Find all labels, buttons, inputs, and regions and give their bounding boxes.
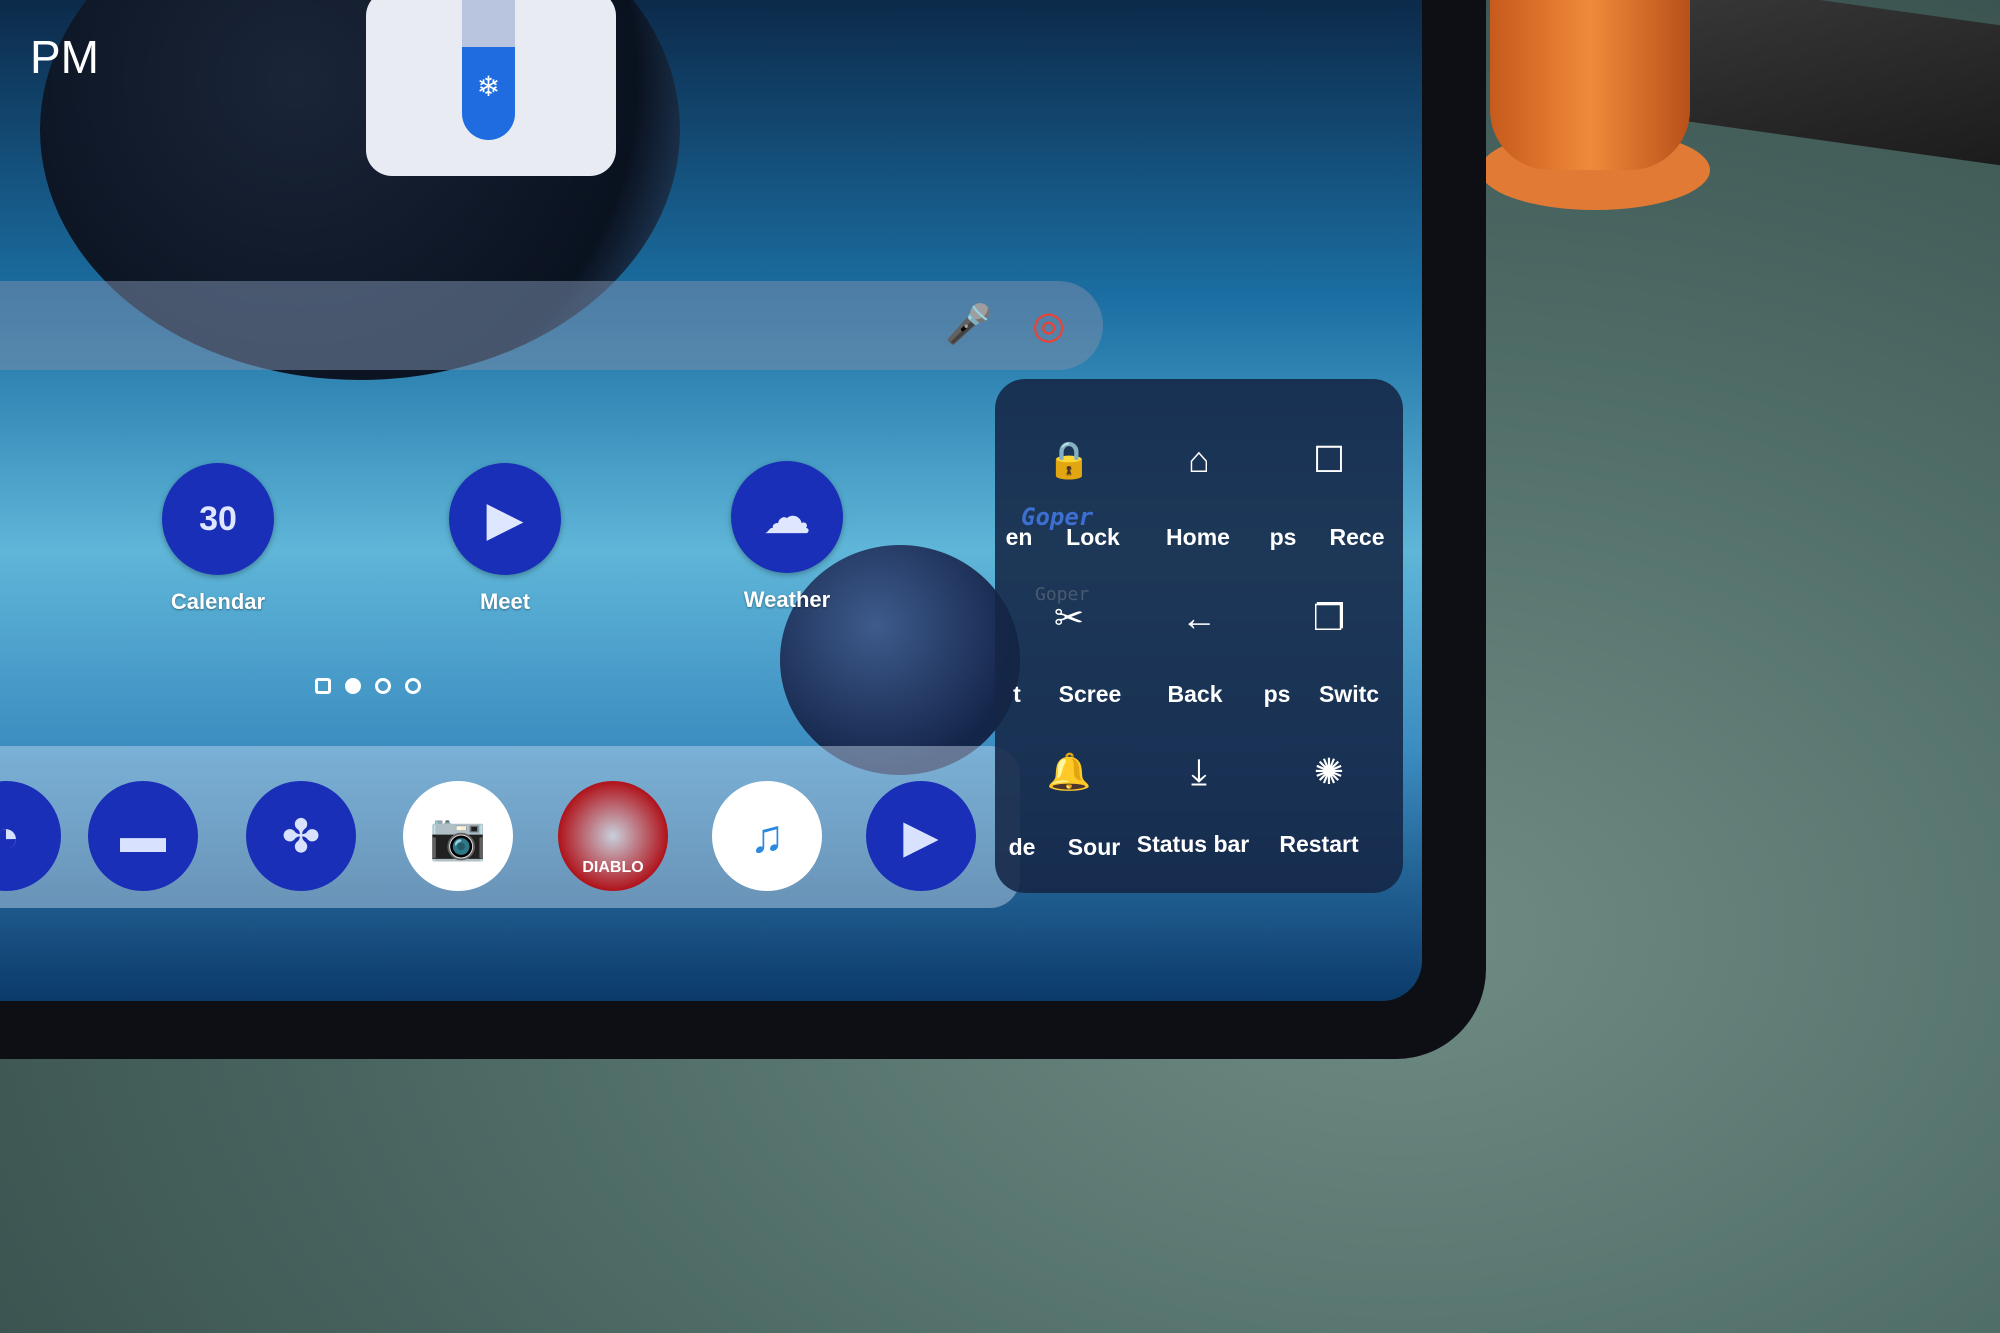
diablo-game-icon[interactable]: DIABLO <box>558 781 668 891</box>
camera-icon[interactable]: 📷 <box>403 781 513 891</box>
action-label-partial[interactable]: ps <box>1264 681 1291 708</box>
calendar-icon: 30 <box>162 463 274 575</box>
app-label: Weather <box>743 587 831 612</box>
bell-icon[interactable]: 🔔 <box>1029 751 1109 811</box>
pinwheel-icon[interactable]: ✤ <box>246 781 356 891</box>
folder-icon[interactable]: ▬ <box>88 781 198 891</box>
action-label-partial[interactable]: en <box>1006 524 1033 551</box>
app-meet[interactable]: ▶ Meet <box>449 463 561 615</box>
recents-square-icon[interactable]: ☐ <box>1289 439 1369 499</box>
watermark: Goper <box>1035 584 1090 605</box>
app-calendar[interactable]: 30 Calendar <box>162 463 274 615</box>
action-label-screenshot[interactable]: Scree <box>1059 681 1122 708</box>
action-label-recents[interactable]: Rece <box>1330 524 1385 551</box>
search-bar[interactable]: 🎤 ◎ <box>0 281 1103 370</box>
app-folder-icon[interactable]: ♫ <box>712 781 822 891</box>
action-label-back[interactable]: Back <box>1168 681 1223 708</box>
quick-actions-panel: 🔒 ⌂ ☐ ✂ ← ❐ 🔔 ⤓ ✺ Goper Goper en Lock Ho… <box>995 379 1403 893</box>
microphone-icon[interactable]: 🎤 <box>945 303 992 347</box>
clock-time: PM <box>30 31 99 83</box>
mode-widget[interactable]: ❄ <box>366 0 616 176</box>
action-label-lock[interactable]: Lock <box>1066 524 1120 551</box>
screenshot-scissors-icon[interactable]: ✂ <box>1029 597 1109 657</box>
action-label-restart[interactable]: Restart <box>1279 831 1358 858</box>
action-label-status-bar[interactable]: Status bar <box>1137 831 1249 858</box>
youtube-icon[interactable]: ▶ <box>866 781 976 891</box>
page-dot-current[interactable] <box>345 678 361 694</box>
page-indicator[interactable] <box>315 678 421 694</box>
action-label-partial[interactable]: de <box>1009 834 1036 861</box>
app-label: Meet <box>479 589 531 614</box>
page-dot[interactable] <box>405 678 421 694</box>
video-camera-icon: ▶ <box>449 463 561 575</box>
chrome-icon[interactable]: ◔ <box>0 781 61 891</box>
tablet-screen: PM ❄ 🎤 ◎ 30 Calendar ▶ Meet ☁ Weather ◔ … <box>0 0 1422 1001</box>
google-lens-icon[interactable]: ◎ <box>1032 303 1065 348</box>
page-dot[interactable] <box>375 678 391 694</box>
action-label-switch[interactable]: Switc <box>1319 681 1379 708</box>
lock-icon[interactable]: 🔒 <box>1029 439 1109 499</box>
action-label-sound[interactable]: Sour <box>1068 834 1120 861</box>
app-weather[interactable]: ☁ Weather <box>731 461 843 613</box>
switch-apps-icon[interactable]: ❐ <box>1289 597 1369 657</box>
back-arrow-icon[interactable]: ← <box>1159 597 1239 657</box>
cloud-icon: ☁ <box>731 461 843 573</box>
action-label-partial[interactable]: ps <box>1270 524 1297 551</box>
app-label: Calendar <box>170 589 266 614</box>
page-dot[interactable] <box>315 678 331 694</box>
restart-spinner-icon[interactable]: ✺ <box>1289 751 1369 811</box>
pull-down-status-bar-icon[interactable]: ⤓ <box>1159 751 1239 811</box>
action-label-home[interactable]: Home <box>1166 524 1230 551</box>
home-icon[interactable]: ⌂ <box>1159 439 1239 499</box>
mode-toggle-slider[interactable]: ❄ <box>462 0 515 140</box>
cup <box>1490 0 1690 170</box>
dock: ◔ ▬ ✤ 📷 DIABLO ♫ ▶ <box>0 746 1020 908</box>
snowflake-icon: ❄ <box>476 71 501 102</box>
action-label-partial[interactable]: t <box>1013 681 1021 708</box>
background-object <box>1640 0 2000 166</box>
